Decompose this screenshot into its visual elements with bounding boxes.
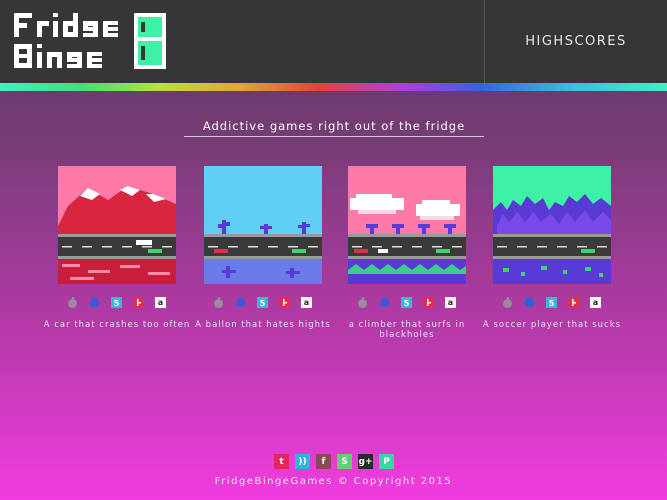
game-thumbnail-ballon[interactable] bbox=[204, 166, 322, 284]
svg-text:a: a bbox=[448, 298, 453, 307]
apple-icon[interactable] bbox=[212, 296, 225, 309]
fridgebinge-logo[interactable] bbox=[12, 10, 172, 74]
html5-icon[interactable]: 5 bbox=[545, 296, 558, 309]
amazon-icon[interactable]: a bbox=[300, 296, 313, 309]
platform-icons: 5 a bbox=[208, 296, 318, 310]
amazon-icon[interactable]: a bbox=[444, 296, 457, 309]
svg-text:a: a bbox=[593, 298, 598, 307]
social-links: t )) f S g+ P bbox=[274, 454, 394, 470]
svg-text:a: a bbox=[158, 298, 163, 307]
game-card: 5 a A car that crashes too often bbox=[44, 166, 189, 330]
rainbow-stripe bbox=[0, 83, 667, 91]
svg-text:5: 5 bbox=[114, 299, 120, 308]
game-thumbnail-soccer[interactable] bbox=[493, 166, 611, 284]
android-icon[interactable] bbox=[88, 296, 101, 309]
skype-icon[interactable]: S bbox=[337, 454, 352, 469]
html5-icon[interactable]: 5 bbox=[400, 296, 413, 309]
svg-text:5: 5 bbox=[549, 299, 555, 308]
game-description: A soccer player that sucks bbox=[482, 320, 622, 330]
game-card: 5 a A soccer player that sucks bbox=[483, 166, 620, 330]
tagline-underline bbox=[184, 136, 484, 137]
android-icon[interactable] bbox=[378, 296, 391, 309]
apple-icon[interactable] bbox=[501, 296, 514, 309]
html5-icon[interactable]: 5 bbox=[110, 296, 123, 309]
game-card: 5 a a climber that surfs in blackholes bbox=[348, 166, 466, 340]
svg-text:5: 5 bbox=[260, 299, 266, 308]
twitter-icon[interactable]: t bbox=[274, 454, 289, 469]
tagline: Addictive games right out of the fridge bbox=[202, 119, 466, 133]
apple-icon[interactable] bbox=[356, 296, 369, 309]
pinterest-icon[interactable]: P bbox=[379, 454, 394, 469]
amazon-icon[interactable]: a bbox=[589, 296, 602, 309]
flash-icon[interactable] bbox=[422, 296, 435, 309]
game-description: A ballon that hates hights bbox=[195, 320, 331, 330]
apple-icon[interactable] bbox=[66, 296, 79, 309]
platform-icons: 5 a bbox=[497, 296, 607, 310]
rss-icon[interactable]: )) bbox=[295, 454, 310, 469]
game-thumbnail-climber[interactable] bbox=[348, 166, 466, 284]
site-header: HIGHSCORES bbox=[0, 0, 667, 83]
facebook-icon[interactable]: f bbox=[316, 454, 331, 469]
html5-icon[interactable]: 5 bbox=[256, 296, 269, 309]
game-thumbnail-car[interactable] bbox=[58, 166, 176, 284]
highscores-link[interactable]: HIGHSCORES bbox=[485, 0, 667, 83]
game-description: A car that crashes too often bbox=[43, 320, 191, 330]
platform-icons: 5 a bbox=[62, 296, 172, 310]
flash-icon[interactable] bbox=[132, 296, 145, 309]
flash-icon[interactable] bbox=[278, 296, 291, 309]
flash-icon[interactable] bbox=[567, 296, 580, 309]
platform-icons: 5 a bbox=[352, 296, 462, 310]
amazon-icon[interactable]: a bbox=[154, 296, 167, 309]
svg-text:a: a bbox=[304, 298, 309, 307]
game-description: a climber that surfs in blackholes bbox=[348, 320, 466, 340]
svg-text:5: 5 bbox=[404, 299, 410, 308]
copyright-text: FridgeBingeGames © Copyright 2015 bbox=[214, 476, 453, 487]
android-icon[interactable] bbox=[234, 296, 247, 309]
google-plus-icon[interactable]: g+ bbox=[358, 454, 373, 469]
android-icon[interactable] bbox=[523, 296, 536, 309]
game-card: 5 a A ballon that hates hights bbox=[195, 166, 330, 330]
